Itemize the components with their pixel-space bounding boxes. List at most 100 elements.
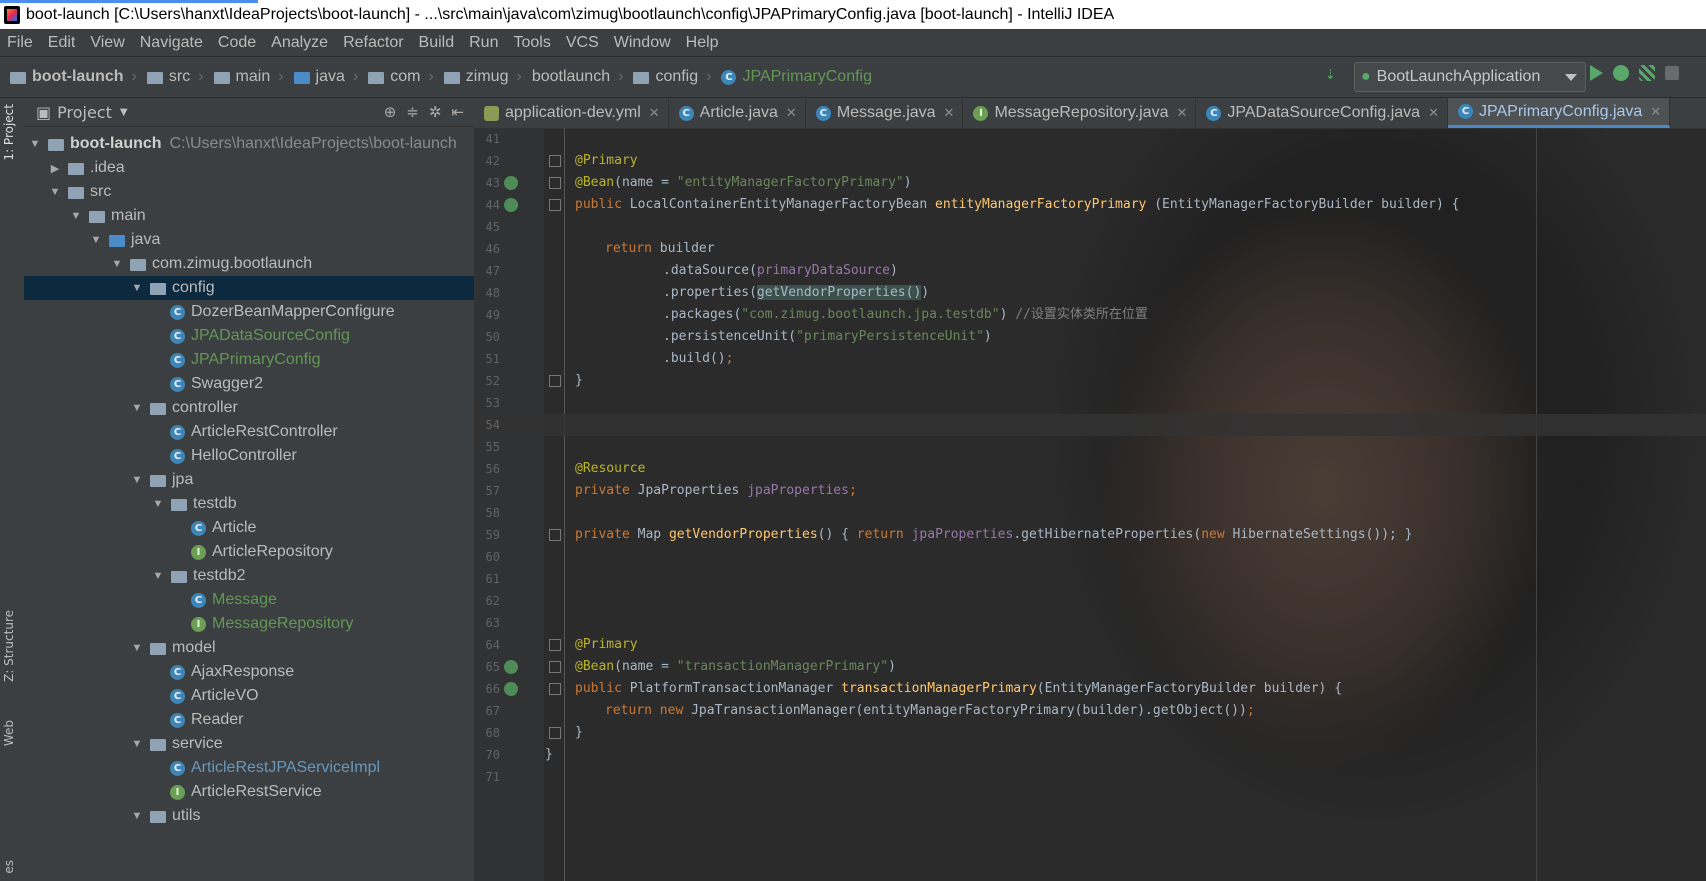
menu-view[interactable]: View xyxy=(83,34,132,52)
tree-item-idea[interactable]: ▶ .idea xyxy=(24,156,498,180)
stop-icon[interactable] xyxy=(1665,66,1679,80)
chevron-down-icon[interactable]: ▼ xyxy=(120,107,128,118)
tab-message-java[interactable]: C Message.java ✕ xyxy=(806,98,964,128)
tab-label: MessageRepository.java xyxy=(994,104,1169,121)
bean-gutter-icon[interactable] xyxy=(504,682,518,696)
menu-refactor[interactable]: Refactor xyxy=(336,34,411,52)
fold-marker-icon[interactable] xyxy=(549,375,561,387)
code-line: 71 xyxy=(474,766,1706,788)
breadcrumb-zimug[interactable]: zimug › xyxy=(443,68,522,86)
expand-icon[interactable]: ▼ xyxy=(48,186,62,198)
expand-icon[interactable]: ▼ xyxy=(110,258,124,270)
locate-icon[interactable]: ⊕ xyxy=(384,103,397,121)
hide-icon[interactable]: ⇤ xyxy=(451,103,464,121)
menu-vcs[interactable]: VCS xyxy=(559,34,607,52)
tab-messagerepository-java[interactable]: I MessageRepository.java ✕ xyxy=(963,98,1197,128)
project-tool-button[interactable]: 1: Project xyxy=(2,104,16,161)
window-title: boot-launch [C:\Users\hanxt\IdeaProjects… xyxy=(26,5,1115,23)
bean-gutter-icon[interactable] xyxy=(504,198,518,212)
menu-navigate[interactable]: Navigate xyxy=(133,34,211,52)
tab-application-dev-yml[interactable]: application-dev.yml ✕ xyxy=(474,98,669,128)
expand-icon[interactable]: ▼ xyxy=(130,738,144,750)
menu-window[interactable]: Window xyxy=(607,34,679,52)
tree-item-src[interactable]: ▼ src xyxy=(24,180,498,204)
breadcrumb-config[interactable]: config › xyxy=(633,68,711,86)
expand-icon[interactable]: ▼ xyxy=(151,570,165,582)
breadcrumb-main[interactable]: main › xyxy=(213,68,284,86)
collapse-all-icon[interactable]: ≑ xyxy=(406,103,419,121)
tab-jpaprimaryconfig-java[interactable]: C JPAPrimaryConfig.java ✕ xyxy=(1447,98,1671,128)
close-icon[interactable]: ✕ xyxy=(1428,105,1439,121)
expand-icon[interactable]: ▼ xyxy=(130,402,144,414)
tab-jpadatasourceconfig-java[interactable]: C JPADataSourceConfig.java ✕ xyxy=(1196,98,1448,128)
expand-icon[interactable]: ▼ xyxy=(28,138,42,150)
code-text: } xyxy=(575,725,583,740)
bean-gutter-icon[interactable] xyxy=(504,176,518,190)
tree-item-boot-launch[interactable]: ▼ boot-launch C:\Users\hanxt\IdeaProjects\… xyxy=(24,132,478,156)
expand-icon[interactable]: ▼ xyxy=(89,234,103,246)
close-icon[interactable]: ✕ xyxy=(1176,105,1187,121)
code-text: builder xyxy=(659,241,715,256)
menu-build[interactable]: Build xyxy=(412,34,463,52)
run-icon[interactable] xyxy=(1590,65,1603,81)
menu-code[interactable]: Code xyxy=(211,34,264,52)
tree-item-main[interactable]: ▼ main xyxy=(24,204,519,228)
fold-marker-icon[interactable] xyxy=(549,727,561,739)
collapsed-icon[interactable]: ▶ xyxy=(48,162,62,175)
line-number: 56 xyxy=(485,462,500,476)
menu-edit[interactable]: Edit xyxy=(41,34,84,52)
expand-icon[interactable]: ▼ xyxy=(130,474,144,486)
menu-file[interactable]: File xyxy=(0,34,41,52)
menu-help[interactable]: Help xyxy=(679,34,727,52)
class-icon: C xyxy=(1206,105,1222,121)
line-number: 57 xyxy=(485,484,500,498)
menu-tools[interactable]: Tools xyxy=(506,34,558,52)
menu-bar: File Edit View Navigate Code Analyze Ref… xyxy=(0,29,1706,57)
breadcrumb-label: JPAPrimaryConfig xyxy=(742,68,872,85)
expand-icon[interactable]: ▼ xyxy=(151,498,165,510)
expand-icon[interactable]: ▼ xyxy=(130,282,144,294)
debug-icon[interactable] xyxy=(1613,65,1629,81)
project-panel-title[interactable]: Project xyxy=(57,103,112,122)
breadcrumb-src[interactable]: src › xyxy=(146,68,204,86)
close-icon[interactable]: ✕ xyxy=(649,105,660,121)
bean-gutter-icon[interactable] xyxy=(504,660,518,674)
code-text: .persistenceUnit( xyxy=(663,329,797,344)
fold-marker-icon[interactable] xyxy=(549,529,561,541)
expand-icon[interactable]: ▼ xyxy=(69,210,83,222)
breadcrumb-bootlaunch[interactable]: bootlaunch › xyxy=(532,68,624,86)
tab-article-java[interactable]: C Article.java ✕ xyxy=(669,98,806,128)
expand-icon[interactable]: ▼ xyxy=(130,642,144,654)
menu-analyze[interactable]: Analyze xyxy=(264,34,336,52)
method-name: getVendorProperties xyxy=(668,527,818,542)
gear-icon[interactable]: ✲ xyxy=(429,103,442,121)
current-line: 54 xyxy=(474,414,1706,436)
fold-marker-icon[interactable] xyxy=(549,177,561,189)
fold-marker-icon[interactable] xyxy=(549,199,561,211)
close-icon[interactable]: ✕ xyxy=(786,105,797,121)
fold-marker-icon[interactable] xyxy=(549,683,561,695)
coverage-icon[interactable] xyxy=(1639,65,1655,81)
build-icon[interactable]: ⇣ xyxy=(1325,67,1336,83)
chevron-right-icon: › xyxy=(131,68,137,85)
structure-tool-button[interactable]: Z: Structure xyxy=(2,610,16,682)
favorites-tool-button[interactable]: es xyxy=(2,860,16,874)
code-text: (name = xyxy=(614,175,677,190)
tree-item-label: ArticleRepository xyxy=(212,543,333,560)
breadcrumb-jpaprimaryconfig[interactable]: C JPAPrimaryConfig xyxy=(721,68,872,86)
close-icon[interactable]: ✕ xyxy=(1650,104,1661,120)
close-icon[interactable]: ✕ xyxy=(944,105,955,121)
web-tool-button[interactable]: Web xyxy=(2,720,16,746)
expand-icon[interactable]: ▼ xyxy=(130,810,144,822)
fold-marker-icon[interactable] xyxy=(549,155,561,167)
type-name: JpaProperties xyxy=(637,483,748,498)
breadcrumb-java[interactable]: java › xyxy=(293,68,358,86)
breadcrumb-com[interactable]: com › xyxy=(368,68,434,86)
tree-item-java[interactable]: ▼ java xyxy=(24,228,539,252)
breadcrumb-boot-launch[interactable]: boot-launch › xyxy=(10,68,137,86)
menu-run[interactable]: Run xyxy=(462,34,506,52)
run-configuration-select[interactable]: ● BootLaunchApplication xyxy=(1354,62,1586,92)
string-literal: "primaryPersistenceUnit" xyxy=(796,329,984,344)
fold-marker-icon[interactable] xyxy=(549,661,561,673)
fold-marker-icon[interactable] xyxy=(549,639,561,651)
